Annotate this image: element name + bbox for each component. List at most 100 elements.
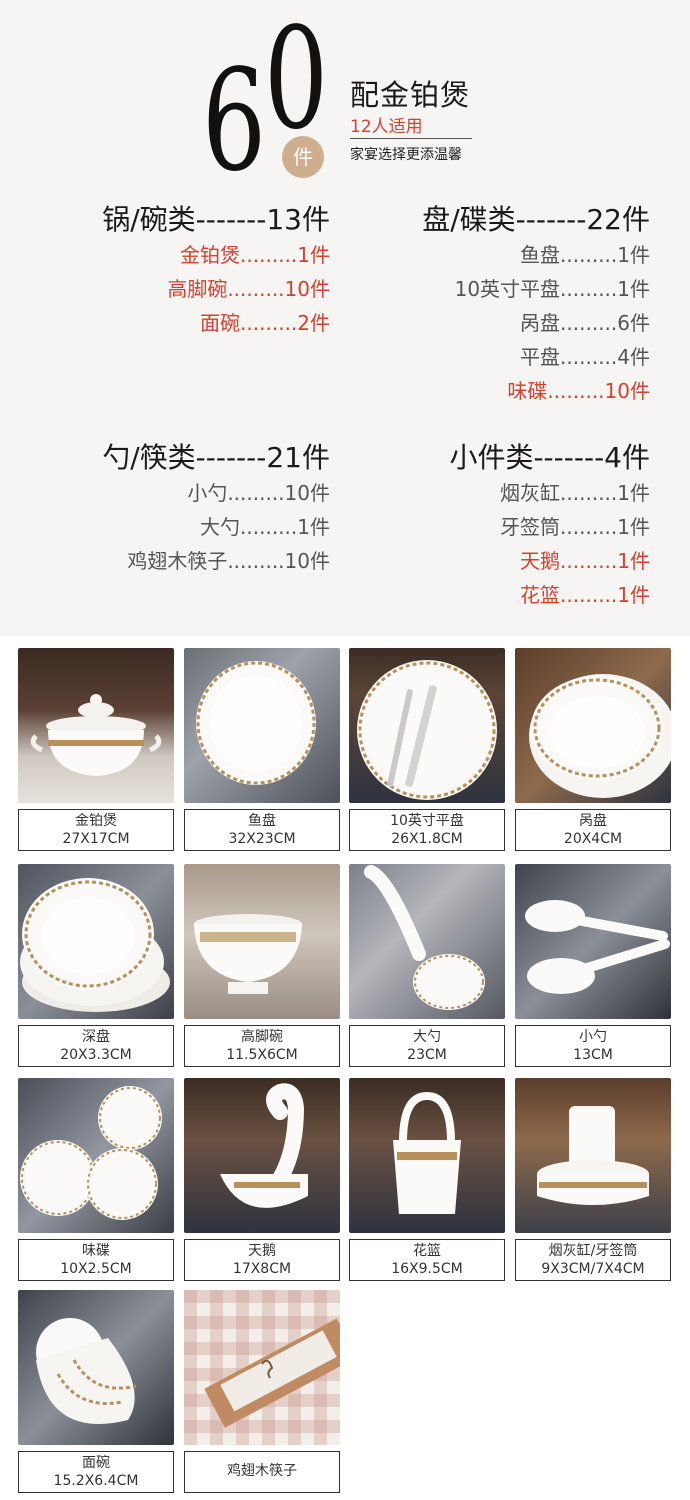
product-size: 20X4CM (563, 831, 623, 847)
category-item: 金铂煲.........1件 (180, 243, 330, 267)
product-photo (184, 864, 340, 1019)
product-caption: 金铂煲 27X17CM (18, 809, 174, 851)
product-photo (349, 864, 505, 1019)
product-photo (349, 1078, 505, 1233)
set-tagline: 家宴选择更添温馨 (350, 147, 462, 163)
category-item: 鱼盘.........1件 (520, 243, 650, 267)
category-item: 面碗.........2件 (200, 311, 330, 335)
category-item: 花篮.........1件 (520, 583, 650, 607)
category-item: 大勺.........1件 (200, 515, 330, 539)
product-photo (18, 864, 174, 1019)
hero-digit-0: 0 (264, 0, 329, 161)
set-capacity: 12人适用 (350, 117, 423, 137)
product-name: 深盘 (82, 1029, 110, 1045)
product-size: 26X1.8CM (391, 831, 463, 847)
divider (350, 138, 472, 139)
category-item: 呙盘.........6件 (520, 311, 650, 335)
category-plates: 盘/碟类-------22件 鱼盘.........1件 10英寸平盘.....… (422, 202, 650, 408)
product-name: 大勺 (413, 1029, 441, 1045)
product-caption: 天鹅 17X8CM (184, 1239, 340, 1281)
product-name: 金铂煲 (75, 813, 117, 829)
category-item: 高脚碗.........10件 (167, 277, 330, 301)
product-size: 11.5X6CM (226, 1047, 298, 1063)
category-item: 小勺.........10件 (187, 481, 330, 505)
category-pots-bowls: 锅/碗类-------13件 金铂煲.........1件 高脚碗.......… (102, 202, 330, 340)
product-name: 面碗 (82, 1455, 110, 1471)
category-small-items: 小件类-------4件 烟灰缸.........1件 牙签筒.........… (449, 440, 650, 612)
product-name: 鸡翅木筷子 (227, 1463, 297, 1479)
category-item: 鸡翅木筷子.........10件 (127, 549, 330, 573)
product-card[interactable]: 天鹅 17X8CM (184, 1078, 340, 1281)
summary-panel: 6 0 件 配金铂煲 12人适用 家宴选择更添温馨 锅/碗类-------13件… (0, 0, 690, 636)
product-card[interactable]: 味碟 10X2.5CM (18, 1078, 174, 1281)
product-caption: 高脚碗 11.5X6CM (184, 1025, 340, 1067)
product-size: 17X8CM (232, 1261, 292, 1277)
product-photo (515, 864, 671, 1019)
pieces-badge: 件 (282, 136, 324, 178)
product-card[interactable]: 小勺 13CM (515, 864, 671, 1067)
product-photo (18, 1290, 174, 1445)
product-caption: 呙盘 20X4CM (515, 809, 671, 851)
category-heading: 锅/碗类-------13件 (102, 203, 330, 236)
category-item: 平盘.........4件 (520, 345, 650, 369)
product-size: 10X2.5CM (60, 1261, 132, 1277)
product-size: 27X17CM (62, 831, 130, 847)
product-name: 呙盘 (579, 813, 607, 829)
product-caption: 深盘 20X3.3CM (18, 1025, 174, 1067)
product-name: 烟灰缸/牙签筒 (548, 1243, 638, 1259)
product-caption: 鸡翅木筷子 (184, 1451, 340, 1493)
product-size: 13CM (573, 1047, 613, 1063)
product-caption: 小勺 13CM (515, 1025, 671, 1067)
hero-digit-6: 6 (202, 40, 267, 203)
product-caption: 味碟 10X2.5CM (18, 1239, 174, 1281)
product-caption: 花篮 16X9.5CM (349, 1239, 505, 1281)
product-photo (349, 648, 505, 803)
product-name: 花篮 (413, 1243, 441, 1259)
product-caption: 大勺 23CM (349, 1025, 505, 1067)
category-item: 味碟.........10件 (507, 379, 650, 403)
product-caption: 10英寸平盘 26X1.8CM (349, 809, 505, 851)
product-card[interactable]: 大勺 23CM (349, 864, 505, 1067)
product-name: 10英寸平盘 (390, 813, 464, 829)
product-size: 9X3CM/7X4CM (541, 1261, 645, 1277)
product-card[interactable]: 10英寸平盘 26X1.8CM (349, 648, 505, 851)
product-card[interactable]: 面碗 15.2X6.4CM (18, 1290, 174, 1493)
product-photo (184, 1078, 340, 1233)
product-photo (515, 648, 671, 803)
product-name: 小勺 (579, 1029, 607, 1045)
product-caption: 烟灰缸/牙签筒 9X3CM/7X4CM (515, 1239, 671, 1281)
category-heading: 勺/筷类-------21件 (102, 441, 330, 474)
product-size: 15.2X6.4CM (53, 1473, 139, 1489)
product-card[interactable]: 花篮 16X9.5CM (349, 1078, 505, 1281)
category-item: 天鹅.........1件 (520, 549, 650, 573)
category-item: 牙签筒.........1件 (500, 515, 650, 539)
set-title: 配金铂煲 (350, 78, 471, 112)
category-item: 烟灰缸.........1件 (500, 481, 650, 505)
product-name: 味碟 (82, 1243, 110, 1259)
category-heading: 盘/碟类-------22件 (422, 203, 650, 236)
product-size: 16X9.5CM (391, 1261, 463, 1277)
product-name: 天鹅 (248, 1243, 276, 1259)
product-name: 鱼盘 (248, 813, 276, 829)
product-photo (184, 1290, 340, 1445)
product-caption: 鱼盘 32X23CM (184, 809, 340, 851)
product-card[interactable]: 金铂煲 27X17CM (18, 648, 174, 851)
category-item: 10英寸平盘.........1件 (454, 277, 650, 301)
product-card[interactable]: 呙盘 20X4CM (515, 648, 671, 851)
product-photo (184, 648, 340, 803)
product-size: 32X23CM (228, 831, 296, 847)
product-size: 23CM (407, 1047, 447, 1063)
product-size: 20X3.3CM (60, 1047, 132, 1063)
product-card[interactable]: 高脚碗 11.5X6CM (184, 864, 340, 1067)
product-card[interactable]: 鱼盘 32X23CM (184, 648, 340, 851)
category-spoons-chopsticks: 勺/筷类-------21件 小勺.........10件 大勺........… (102, 440, 330, 578)
category-heading: 小件类-------4件 (449, 441, 650, 474)
product-caption: 面碗 15.2X6.4CM (18, 1451, 174, 1493)
product-card[interactable]: 鸡翅木筷子 (184, 1290, 340, 1493)
product-photo (18, 648, 174, 803)
product-photo (515, 1078, 671, 1233)
product-card[interactable]: 烟灰缸/牙签筒 9X3CM/7X4CM (515, 1078, 671, 1281)
product-card[interactable]: 深盘 20X3.3CM (18, 864, 174, 1067)
product-name: 高脚碗 (241, 1029, 283, 1045)
product-photo (18, 1078, 174, 1233)
